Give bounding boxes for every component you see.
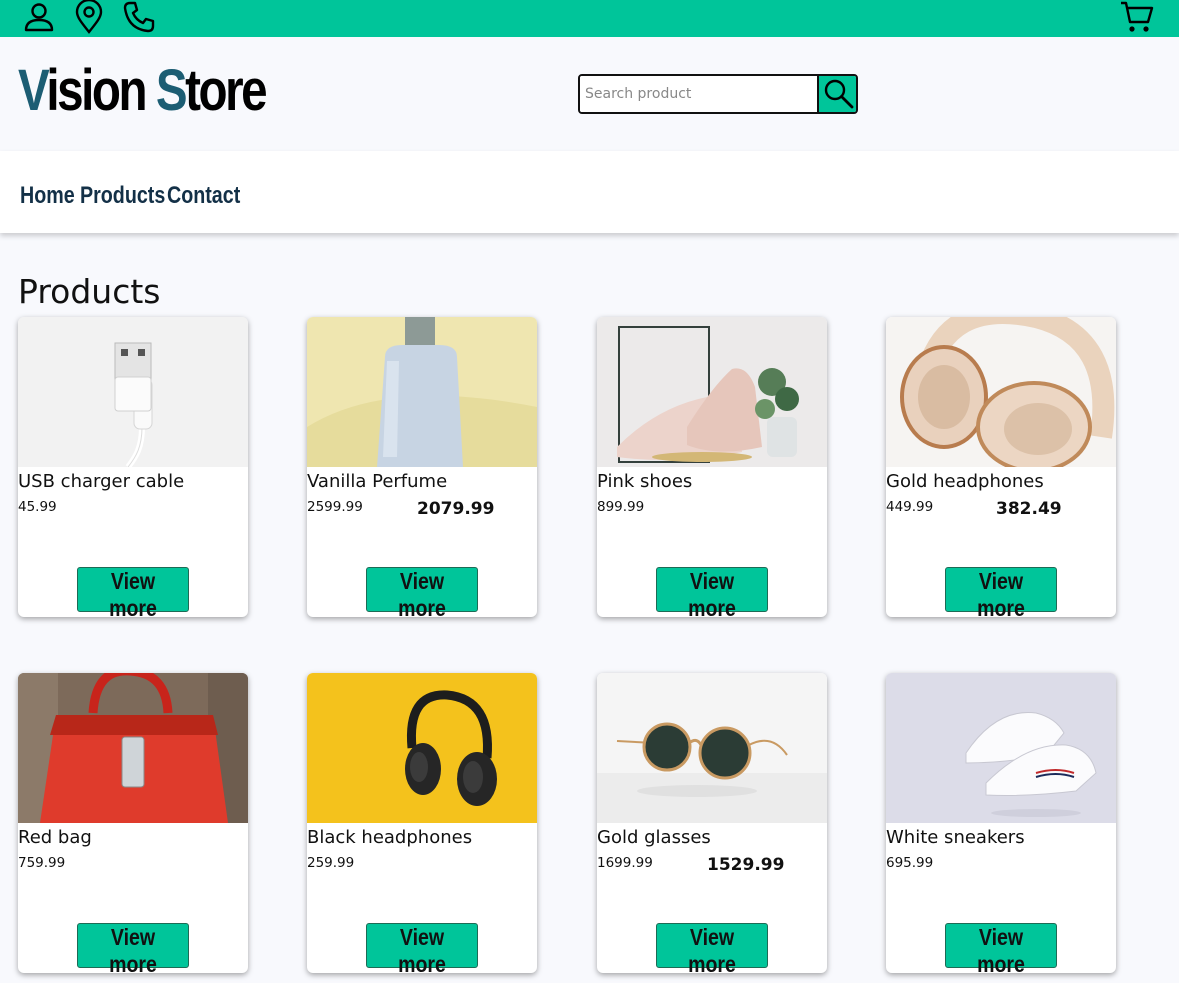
location-pin-icon[interactable]: [72, 0, 106, 34]
logo-word-store: tore: [185, 58, 267, 123]
product-name: White sneakers: [886, 827, 1025, 848]
cart-icon[interactable]: [1120, 0, 1154, 34]
search-input[interactable]: [580, 76, 818, 112]
view-more-button[interactable]: View more: [656, 923, 768, 973]
product-name: Gold headphones: [886, 471, 1044, 492]
product-sale-price: 1529.99: [707, 855, 785, 875]
product-price: 2599.99: [307, 499, 363, 515]
product-price: 45.99: [18, 499, 57, 515]
product-card: Black headphones 259.99 View more: [307, 673, 537, 973]
view-more-button[interactable]: View more: [77, 567, 189, 617]
product-name: Pink shoes: [597, 471, 693, 492]
product-name: Vanilla Perfume: [307, 471, 448, 492]
page-title: Products: [18, 272, 161, 311]
product-price: 899.99: [597, 499, 645, 515]
product-name: USB charger cable: [18, 471, 185, 492]
product-card: USB charger cable 45.99 View more: [18, 317, 248, 617]
search-bar: [578, 74, 858, 114]
product-card: Vanilla Perfume 2599.99 2079.99 View mor…: [307, 317, 537, 617]
product-price: 695.99: [886, 855, 934, 871]
product-sale-price: 2079.99: [417, 499, 495, 519]
phone-icon[interactable]: [122, 0, 156, 34]
product-name: Gold glasses: [597, 827, 711, 848]
nav-home[interactable]: Home: [20, 181, 75, 211]
logo-letter-v: V: [18, 58, 49, 123]
main-nav: Home Products Contact: [0, 151, 1179, 233]
user-icon[interactable]: [22, 0, 56, 34]
product-name: Red bag: [18, 827, 92, 848]
search-icon: [824, 79, 854, 109]
product-card: Pink shoes 899.99 View more: [597, 317, 827, 617]
logo-word-vision: ision: [46, 58, 147, 123]
product-image-pink-shoes[interactable]: [597, 317, 827, 467]
product-price: 1699.99: [597, 855, 653, 871]
product-image-black-headphones[interactable]: [307, 673, 537, 823]
product-image-gold-headphones[interactable]: [886, 317, 1116, 467]
product-price: 259.99: [307, 855, 355, 871]
logo-letter-s: S: [155, 58, 188, 123]
view-more-button[interactable]: View more: [366, 923, 478, 973]
store-logo[interactable]: Vision Store: [18, 58, 268, 123]
product-card: Gold headphones 449.99 382.49 View more: [886, 317, 1116, 617]
view-more-button[interactable]: View more: [77, 923, 189, 973]
product-price: 449.99: [886, 499, 934, 515]
top-bar: [0, 0, 1179, 37]
product-image-white-sneakers[interactable]: [886, 673, 1116, 823]
nav-products[interactable]: Products: [80, 181, 165, 211]
view-more-button[interactable]: View more: [656, 567, 768, 617]
product-sale-price: 382.49: [996, 499, 1062, 519]
search-button[interactable]: [817, 76, 856, 112]
product-card: Red bag 759.99 View more: [18, 673, 248, 973]
product-image-perfume-bottle[interactable]: [307, 317, 537, 467]
view-more-button[interactable]: View more: [945, 567, 1057, 617]
product-image-usb-cable[interactable]: [18, 317, 248, 467]
view-more-button[interactable]: View more: [366, 567, 478, 617]
product-name: Black headphones: [307, 827, 473, 848]
nav-contact[interactable]: Contact: [167, 181, 240, 211]
product-image-gold-glasses[interactable]: [597, 673, 827, 823]
product-card: White sneakers 695.99 View more: [886, 673, 1116, 973]
product-card: Gold glasses 1699.99 1529.99 View more: [597, 673, 827, 973]
product-image-red-bag[interactable]: [18, 673, 248, 823]
product-price: 759.99: [18, 855, 66, 871]
view-more-button[interactable]: View more: [945, 923, 1057, 973]
